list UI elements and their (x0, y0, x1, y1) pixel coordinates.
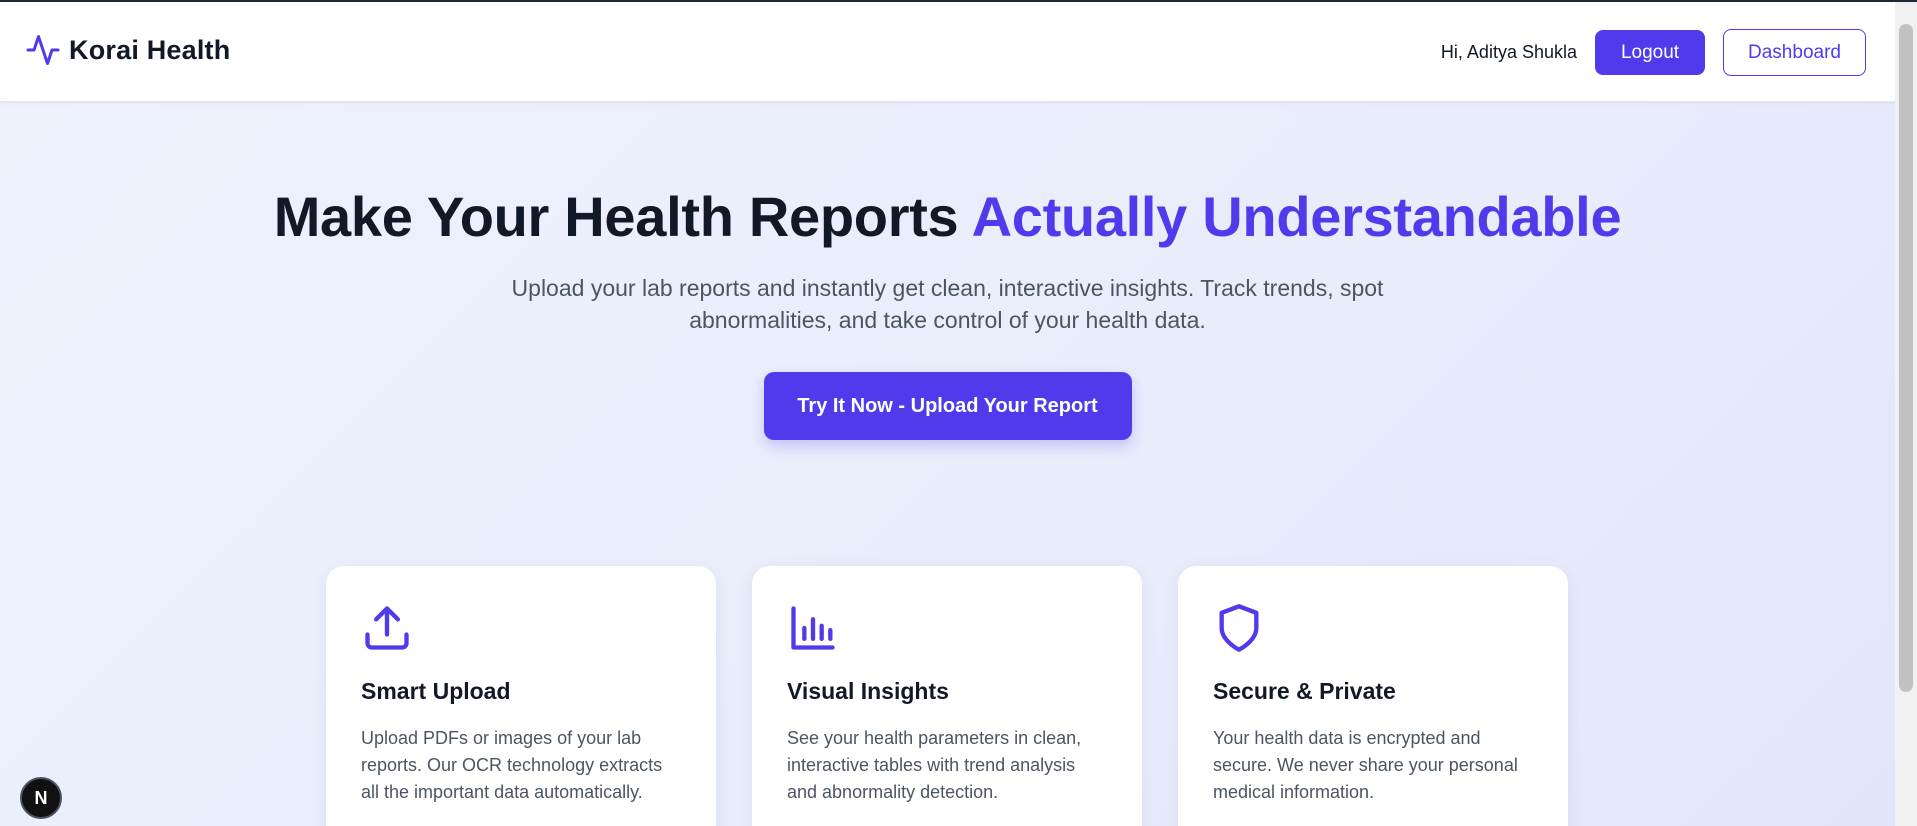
feature-card-smart-upload: Smart Upload Upload PDFs or images of yo… (326, 566, 716, 826)
user-greeting: Hi, Aditya Shukla (1440, 42, 1577, 62)
hero-title: Make Your Health Reports Actually Unders… (0, 189, 1895, 245)
scrollbar-thumb[interactable] (1899, 24, 1913, 692)
nav-actions: Hi, Aditya Shukla Logout Dashboard (1441, 29, 1866, 76)
bar-chart-icon (791, 606, 835, 650)
logout-button[interactable]: Logout (1595, 30, 1705, 75)
brand-name: Korai Health (69, 34, 231, 65)
feature-title: Visual Insights (787, 678, 949, 704)
brand-logo[interactable]: Korai Health (25, 32, 230, 68)
feature-description: See your health parameters in clean, int… (787, 728, 1082, 802)
hero-section: Make Your Health Reports Actually Unders… (0, 189, 1895, 440)
upload-icon (365, 606, 409, 650)
page-scrollbar[interactable] (1895, 2, 1917, 826)
nextjs-icon: N (34, 787, 48, 808)
shield-icon (1219, 604, 1259, 652)
feature-card-visual-insights: Visual Insights See your health paramete… (752, 566, 1142, 826)
page: Korai Health Hi, Aditya Shukla Logout Da… (0, 0, 1917, 826)
hero-title-main: Make Your Health Reports (273, 185, 972, 248)
hero-title-accent: Actually Understandable (971, 185, 1622, 248)
feature-title: Secure & Private (1213, 678, 1396, 704)
activity-pulse-icon (26, 35, 60, 65)
nextjs-dev-badge[interactable]: N (20, 777, 62, 819)
dashboard-button[interactable]: Dashboard (1723, 29, 1866, 76)
feature-card-secure-private: Secure & Private Your health data is enc… (1178, 566, 1568, 826)
feature-title: Smart Upload (361, 678, 511, 704)
feature-description: Upload PDFs or images of your lab report… (361, 728, 663, 802)
upload-report-cta-button[interactable]: Try It Now - Upload Your Report (763, 372, 1132, 440)
feature-cards: Smart Upload Upload PDFs or images of yo… (326, 566, 1568, 826)
hero-subtitle: Upload your lab reports and instantly ge… (511, 275, 1384, 333)
feature-description: Your health data is encrypted and secure… (1213, 728, 1518, 802)
top-navbar: Korai Health Hi, Aditya Shukla Logout Da… (0, 2, 1895, 102)
